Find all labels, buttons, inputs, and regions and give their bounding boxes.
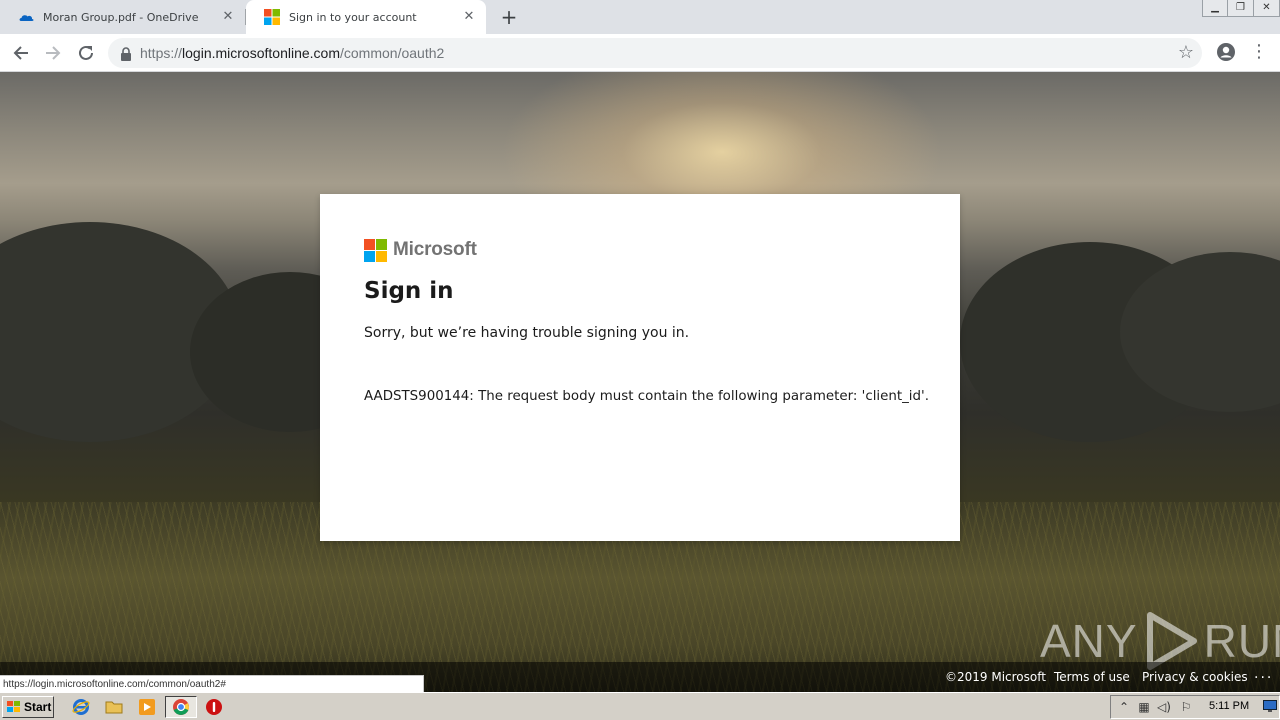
arrow-right-icon — [46, 46, 61, 60]
tab-strip: Moran Group.pdf - OneDrive ✕ Sign in to … — [0, 0, 1280, 34]
tab-signin[interactable]: Sign in to your account ✕ — [246, 0, 486, 34]
watermark-text-right: RUN — [1203, 615, 1280, 667]
footer-copyright: ©2019 Microsoft — [945, 670, 1046, 684]
url-path: /common/oauth2 — [340, 45, 445, 61]
arrow-left-icon — [13, 46, 28, 60]
start-button[interactable]: Start — [2, 696, 54, 718]
error-message: Sorry, but we’re having trouble signing … — [364, 325, 690, 341]
system-clock[interactable]: 5:11 PM — [1209, 700, 1249, 712]
chrome-taskbar-button[interactable] — [165, 696, 197, 718]
tab-title: Sign in to your account — [289, 10, 417, 24]
terms-link[interactable]: Terms of use — [1054, 670, 1130, 684]
minimize-button[interactable]: ▁ — [1202, 0, 1228, 17]
action-center-flag-icon[interactable]: ⚐ — [1179, 700, 1193, 714]
system-tray: ⌃ ▦ ◁) ⚐ — [1110, 695, 1280, 719]
status-bubble: https://login.microsoftonline.com/common… — [0, 675, 424, 692]
url-host: login.microsoftonline.com — [182, 45, 340, 61]
security-app-icon[interactable] — [205, 698, 223, 716]
kebab-menu-icon[interactable]: ⋮ — [1250, 42, 1268, 62]
tab-title: Moran Group.pdf - OneDrive — [43, 10, 199, 24]
microsoft-wordmark: Microsoft — [393, 239, 477, 260]
forward-button[interactable] — [42, 42, 64, 64]
show-desktop-icon[interactable] — [1263, 700, 1277, 714]
url-text: https://login.microsoftonline.com/common… — [140, 45, 444, 61]
microsoft-logo-icon — [364, 238, 387, 262]
file-explorer-icon[interactable] — [105, 698, 123, 716]
bookmark-star-icon[interactable]: ☆ — [1178, 42, 1194, 64]
signin-card: Microsoft Sign in Sorry, but we’re havin… — [320, 194, 960, 541]
tab-onedrive[interactable]: Moran Group.pdf - OneDrive ✕ — [0, 0, 245, 34]
profile-icon[interactable] — [1216, 42, 1236, 62]
onedrive-icon — [18, 9, 35, 26]
start-label: Start — [24, 700, 52, 714]
media-player-icon[interactable] — [138, 698, 156, 716]
taskbar: Start ⌃ ▦ ◁) ⚐ 5:11 PM — [0, 692, 1280, 720]
window-controls: ▁ ❐ ✕ — [1202, 0, 1280, 18]
watermark-text-left: ANY — [1040, 615, 1138, 667]
reload-icon — [79, 45, 93, 60]
more-options-icon[interactable]: ... — [1254, 666, 1273, 682]
close-tab-icon[interactable]: ✕ — [462, 10, 476, 24]
new-tab-button[interactable]: + — [498, 6, 520, 28]
restore-button[interactable]: ❐ — [1228, 0, 1254, 17]
chrome-icon — [173, 699, 189, 715]
microsoft-icon — [264, 8, 281, 26]
back-button[interactable] — [10, 42, 32, 64]
page-viewport: Microsoft Sign in Sorry, but we’re havin… — [0, 72, 1280, 692]
error-detail: AADSTS900144: The request body must cont… — [364, 389, 929, 404]
close-tab-icon[interactable]: ✕ — [221, 10, 235, 24]
microsoft-logo: Microsoft — [364, 238, 477, 262]
address-bar[interactable]: https://login.microsoftonline.com/common… — [108, 38, 1202, 68]
volume-icon[interactable]: ◁) — [1157, 700, 1171, 714]
privacy-link[interactable]: Privacy & cookies — [1142, 670, 1248, 684]
lock-icon — [120, 46, 132, 61]
network-icon[interactable]: ▦ — [1137, 700, 1151, 714]
close-window-button[interactable]: ✕ — [1254, 0, 1280, 17]
browser-toolbar: https://login.microsoftonline.com/common… — [0, 34, 1280, 72]
windows-flag-icon — [6, 700, 22, 714]
internet-explorer-icon[interactable] — [72, 698, 90, 716]
show-hidden-icons-icon[interactable]: ⌃ — [1117, 700, 1131, 714]
url-scheme: https:// — [140, 45, 183, 61]
reload-button[interactable] — [75, 42, 97, 64]
page-title: Sign in — [364, 278, 454, 304]
